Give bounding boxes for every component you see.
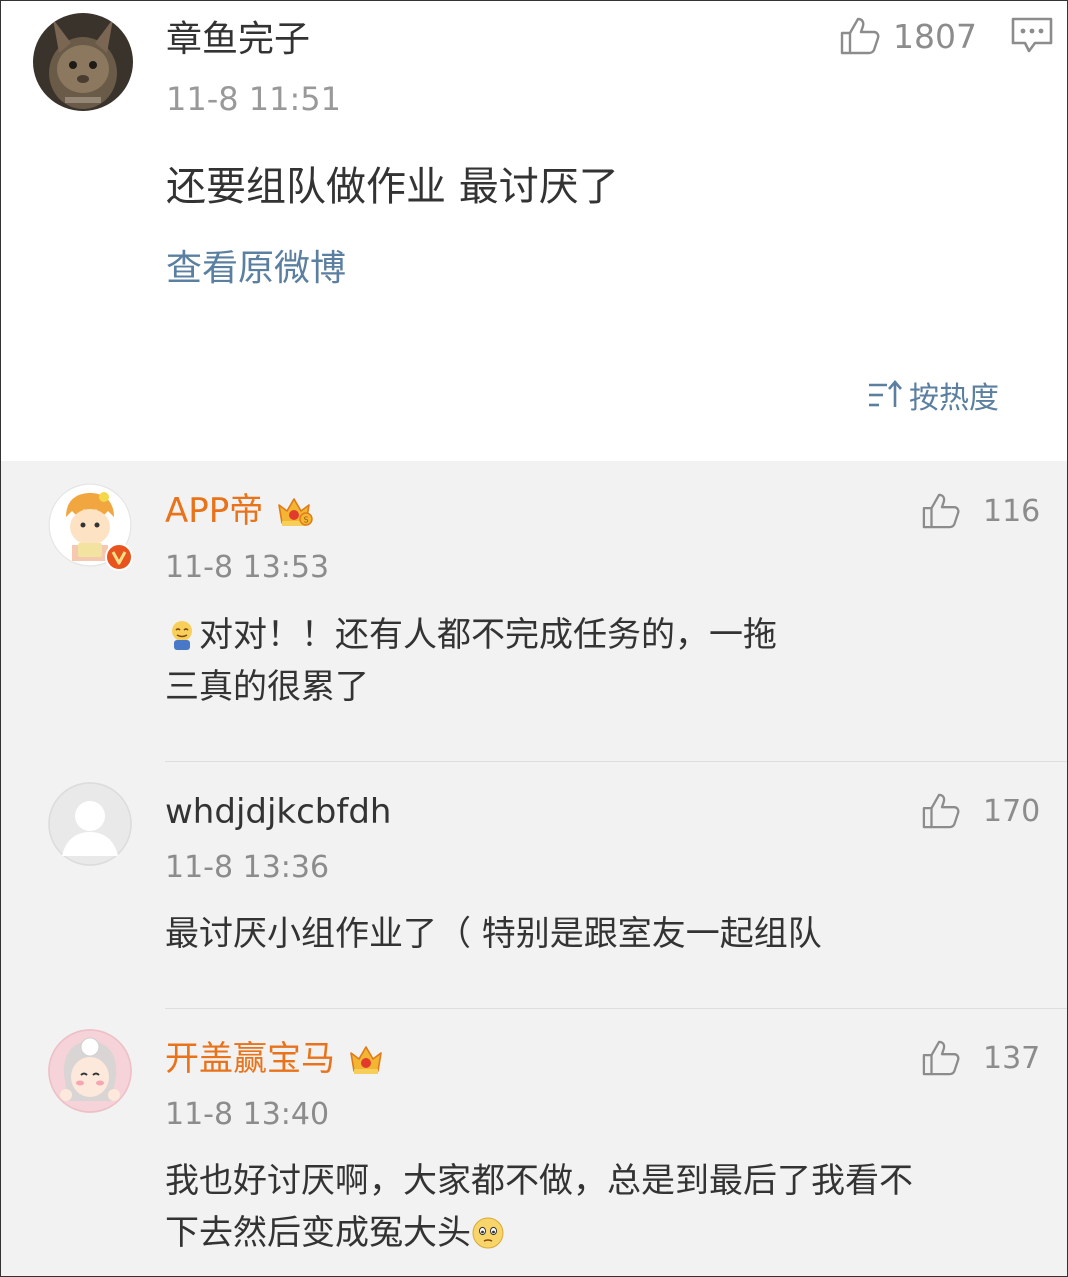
post-like-count: 1807 <box>893 16 977 56</box>
sort-icon <box>869 380 902 407</box>
more-comment-icon[interactable] <box>1009 15 1055 55</box>
sort-label: 按热度 <box>909 381 999 416</box>
commenter-name-text: whdjdjkcbfdh <box>165 792 392 832</box>
post-timestamp: 11-8 11:51 <box>166 80 342 118</box>
comment-divider <box>165 1008 1067 1009</box>
comment-text-line1: 最讨厌小组作业了（ 特别是跟室友一起组队 <box>165 914 822 954</box>
comment-timestamp: 11-8 13:36 <box>165 850 330 885</box>
comment-like-count: 170 <box>983 793 1041 829</box>
verified-badge-icon <box>105 543 133 571</box>
comment-text: 对对！！还有人都不完成任务的，一拖 三真的很累了 <box>165 609 1015 713</box>
commenter-name-text: APP帝 <box>165 491 264 531</box>
commenter-name[interactable]: 开盖赢宝马 <box>165 1035 385 1083</box>
weibo-comment-screen: 章鱼完子 11-8 11:51 1807 还要组队做作业 最讨厌了 查看原微博 <box>0 0 1068 1277</box>
emoji-icon <box>172 621 192 650</box>
sort-by-hot-button[interactable]: 按热度 <box>867 375 999 416</box>
comment-text-line1: 对对！！还有人都不完成任务的，一拖 <box>199 615 777 655</box>
comment-text-line1: 我也好讨厌啊，大家都不做，总是到最后了我看不 <box>165 1161 913 1201</box>
thumbs-up-icon <box>922 793 960 829</box>
comment-like-button[interactable]: 170 <box>921 789 1040 833</box>
commenter-name[interactable]: whdjdjkcbfdh <box>165 788 391 836</box>
post-author-avatar[interactable] <box>33 13 133 111</box>
thumbs-up-icon <box>922 1040 960 1076</box>
commenter-avatar[interactable] <box>48 1029 132 1113</box>
crown-icon[interactable] <box>347 1041 385 1077</box>
comment-timestamp: 11-8 13:40 <box>165 1097 330 1132</box>
original-post: 章鱼完子 11-8 11:51 1807 还要组队做作业 最讨厌了 查看原微博 <box>1 1 1067 461</box>
svg-text:S: S <box>304 516 309 525</box>
post-author-name[interactable]: 章鱼完子 <box>166 15 310 65</box>
comment-like-button[interactable]: 116 <box>921 489 1040 533</box>
comment-text: 我也好讨厌啊，大家都不做，总是到最后了我看不 下去然后变成冤大头 <box>165 1155 1015 1259</box>
comment-text-line2: 下去然后变成冤大头 <box>165 1213 471 1253</box>
comment-like-count: 137 <box>983 1040 1041 1076</box>
comment-text-line2: 三真的很累了 <box>165 667 369 707</box>
post-content: 还要组队做作业 最讨厌了 <box>166 164 619 210</box>
commenter-name[interactable]: APP帝 S <box>165 487 313 535</box>
comment-like-count: 116 <box>983 493 1041 529</box>
commenter-avatar[interactable] <box>48 782 132 866</box>
comment-like-button[interactable]: 137 <box>921 1036 1040 1080</box>
comment-text: 最讨厌小组作业了（ 特别是跟室友一起组队 <box>165 908 1015 960</box>
comment-timestamp: 11-8 13:53 <box>165 550 330 585</box>
thumbs-up-icon <box>840 17 880 55</box>
view-original-link[interactable]: 查看原微博 <box>166 244 346 294</box>
crown-icon[interactable]: S <box>275 493 313 529</box>
comment-divider <box>165 761 1067 762</box>
commenter-name-text: 开盖赢宝马 <box>165 1039 335 1079</box>
post-like-button[interactable]: 1807 <box>839 13 977 59</box>
comment-list: APP帝 S 11-8 13:53 116 对对！！还有人都不完成任务的，一拖 … <box>1 461 1067 1276</box>
thumbs-up-icon <box>922 493 960 529</box>
emoji-icon <box>472 1217 504 1249</box>
